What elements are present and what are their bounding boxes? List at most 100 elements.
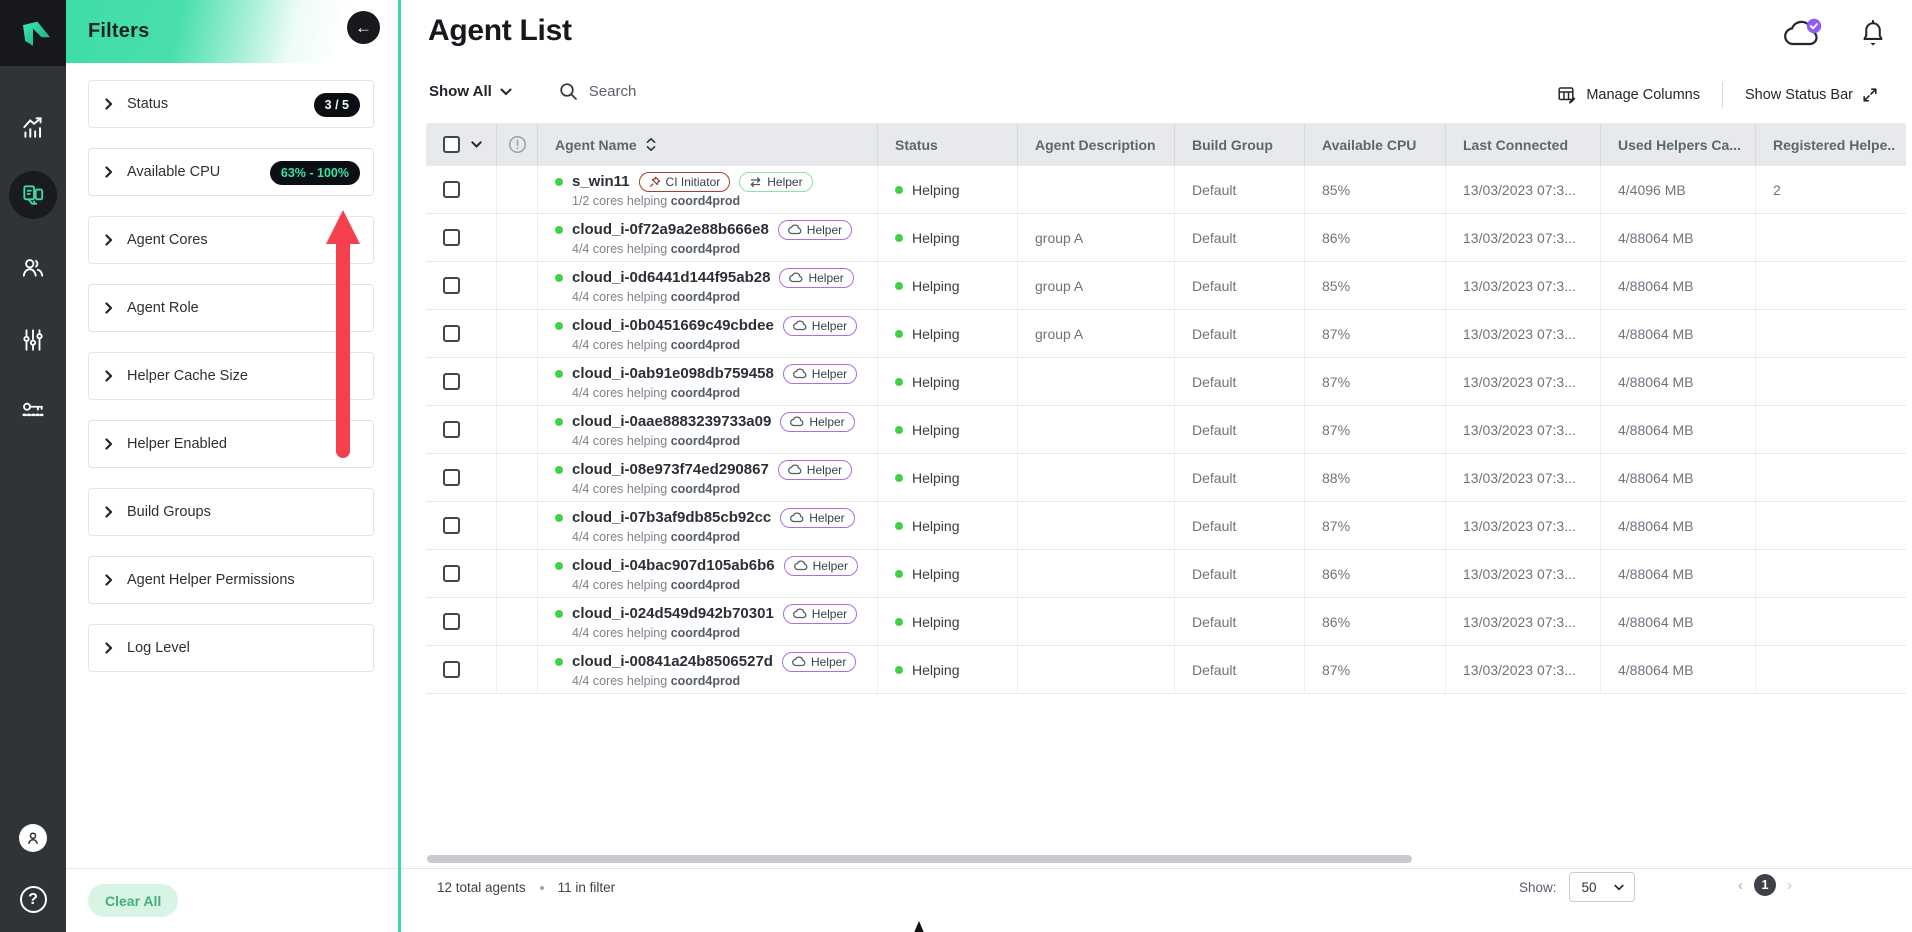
sliders-icon	[20, 327, 46, 353]
agent-name: cloud_i-0ab91e098db759458	[572, 365, 774, 382]
row-checkbox[interactable]	[443, 277, 460, 294]
manage-columns-icon	[1558, 86, 1577, 104]
available-cpu-cell: 86%	[1305, 598, 1446, 645]
agent-name-line: cloud_i-08e973f74ed290867Helper	[555, 460, 852, 480]
used-helpers-cell: 4/88064 MB	[1601, 502, 1756, 549]
row-checkbox[interactable]	[443, 517, 460, 534]
filter-item-helper-enabled[interactable]: Helper Enabled	[88, 420, 374, 468]
manage-columns-button[interactable]: Manage Columns	[1558, 86, 1700, 104]
table-row[interactable]: cloud_i-024d549d942b70301Helper4/4 cores…	[426, 598, 1906, 646]
agent-name-cell: cloud_i-04bac907d105ab6b6Helper4/4 cores…	[538, 550, 878, 597]
filter-item-log-level[interactable]: Log Level	[88, 624, 374, 672]
select-all-checkbox[interactable]	[443, 136, 460, 153]
swap-arrows-icon	[749, 176, 762, 188]
chevron-down-icon	[500, 88, 512, 96]
filter-item-available-cpu[interactable]: Available CPU63% - 100%	[88, 148, 374, 196]
agent-name: s_win11	[572, 173, 630, 190]
horizontal-scrollbar[interactable]	[427, 855, 1412, 863]
current-page-indicator[interactable]: 1	[1754, 874, 1776, 896]
row-checkbox[interactable]	[443, 181, 460, 198]
table-row[interactable]: cloud_i-0b0451669c49cbdeeHelper4/4 cores…	[426, 310, 1906, 358]
status-label: Helping	[912, 422, 959, 438]
used-helpers-cell: 4/4096 MB	[1601, 166, 1756, 213]
show-status-bar-button[interactable]: Show Status Bar	[1745, 87, 1878, 103]
filter-item-agent-cores[interactable]: Agent Cores	[88, 216, 374, 264]
agent-name-line: cloud_i-07b3af9db85cb92ccHelper	[555, 508, 855, 528]
description-cell	[1018, 454, 1175, 501]
badge-helper: Helper	[782, 652, 856, 672]
row-select-cell	[426, 550, 497, 597]
show-all-dropdown[interactable]: Show All	[429, 83, 512, 100]
back-arrow-icon: ←	[355, 18, 372, 38]
collapse-filters-button[interactable]: ←	[347, 11, 380, 44]
table-row[interactable]: cloud_i-0aae8883239733a09Helper4/4 cores…	[426, 406, 1906, 454]
row-checkbox[interactable]	[443, 421, 460, 438]
row-checkbox[interactable]	[443, 373, 460, 390]
agent-name: cloud_i-0aae8883239733a09	[572, 413, 771, 430]
status-label: Helping	[912, 566, 959, 582]
sidebar-item-profile[interactable]	[0, 824, 66, 852]
status-dot	[895, 666, 903, 674]
last-connected-cell: 13/03/2023 07:3...	[1446, 598, 1601, 645]
search-box[interactable]	[559, 82, 789, 101]
agent-counts: 12 total agents 11 in filter	[437, 880, 615, 895]
agent-name: cloud_i-08e973f74ed290867	[572, 461, 769, 478]
row-checkbox[interactable]	[443, 565, 460, 582]
table-row[interactable]: cloud_i-04bac907d105ab6b6Helper4/4 cores…	[426, 550, 1906, 598]
chevron-right-icon	[104, 438, 114, 450]
next-page-button[interactable]: ›	[1787, 878, 1792, 893]
table-row[interactable]: cloud_i-08e973f74ed290867Helper4/4 cores…	[426, 454, 1906, 502]
row-alert-cell	[497, 262, 538, 309]
table-row[interactable]: cloud_i-07b3af9db85cb92ccHelper4/4 cores…	[426, 502, 1906, 550]
filter-item-helper-cache-size[interactable]: Helper Cache Size	[88, 352, 374, 400]
users-icon	[20, 254, 46, 280]
filter-item-agent-role[interactable]: Agent Role	[88, 284, 374, 332]
agent-name-cell: s_win11CI InitiatorHelper1/2 cores helpi…	[538, 166, 878, 213]
table-row[interactable]: cloud_i-0f72a9a2e88b666e8Helper4/4 cores…	[426, 214, 1906, 262]
filter-item-status[interactable]: Status3 / 5	[88, 80, 374, 128]
row-checkbox[interactable]	[443, 229, 460, 246]
cores-helping-text: 4/4 cores helping	[572, 290, 667, 304]
table-row[interactable]: cloud_i-0d6441d144f95ab28Helper4/4 cores…	[426, 262, 1906, 310]
column-header-agent-name[interactable]: Agent Name	[538, 123, 878, 166]
sidebar-item-users[interactable]	[0, 254, 66, 280]
used-helpers-cell: 4/88064 MB	[1601, 550, 1756, 597]
build-group-cell: Default	[1175, 166, 1305, 213]
filter-label: Status	[127, 96, 168, 112]
notifications-button[interactable]	[1860, 19, 1886, 49]
sidebar-item-agents[interactable]	[9, 171, 57, 219]
column-header-registered-helpers: Registered Helpe..	[1756, 123, 1906, 166]
clear-all-button[interactable]: Clear All	[88, 884, 178, 917]
row-checkbox[interactable]	[443, 469, 460, 486]
search-input[interactable]	[589, 83, 789, 100]
table-row[interactable]: cloud_i-0ab91e098db759458Helper4/4 cores…	[426, 358, 1906, 406]
cores-helping-text: 4/4 cores helping	[572, 242, 667, 256]
cloud-status-button[interactable]	[1784, 18, 1824, 50]
agent-subtext: 4/4 cores helping coord4prod	[572, 386, 740, 400]
coordinator-name: coord4prod	[671, 386, 740, 400]
table-row[interactable]: s_win11CI InitiatorHelper1/2 cores helpi…	[426, 166, 1906, 214]
available-cpu-cell: 87%	[1305, 406, 1446, 453]
filter-label: Agent Role	[127, 300, 199, 316]
row-checkbox[interactable]	[443, 613, 460, 630]
filter-label: Helper Enabled	[127, 436, 227, 452]
used-helpers-cell: 4/88064 MB	[1601, 358, 1756, 405]
sidebar-item-analytics[interactable]	[0, 114, 66, 140]
previous-page-button[interactable]: ‹	[1738, 878, 1743, 893]
table-row[interactable]: cloud_i-00841a24b8506527dHelper4/4 cores…	[426, 646, 1906, 694]
used-helpers-cell: 4/88064 MB	[1601, 214, 1756, 261]
brand-logo	[0, 0, 66, 66]
filter-item-build-groups[interactable]: Build Groups	[88, 488, 374, 536]
sidebar-item-settings[interactable]	[0, 327, 66, 353]
select-menu-chevron-icon[interactable]	[471, 141, 482, 148]
page-size-select[interactable]: 50	[1569, 872, 1635, 902]
status-label: Helping	[912, 470, 959, 486]
sort-icon[interactable]	[646, 138, 656, 151]
description-cell	[1018, 502, 1175, 549]
row-checkbox[interactable]	[443, 325, 460, 342]
row-checkbox[interactable]	[443, 661, 460, 678]
badge-label: CI Initiator	[666, 175, 721, 189]
sidebar-item-help[interactable]: ?	[0, 886, 66, 913]
sidebar-item-license[interactable]	[0, 397, 66, 423]
filter-item-agent-helper-permissions[interactable]: Agent Helper Permissions	[88, 556, 374, 604]
